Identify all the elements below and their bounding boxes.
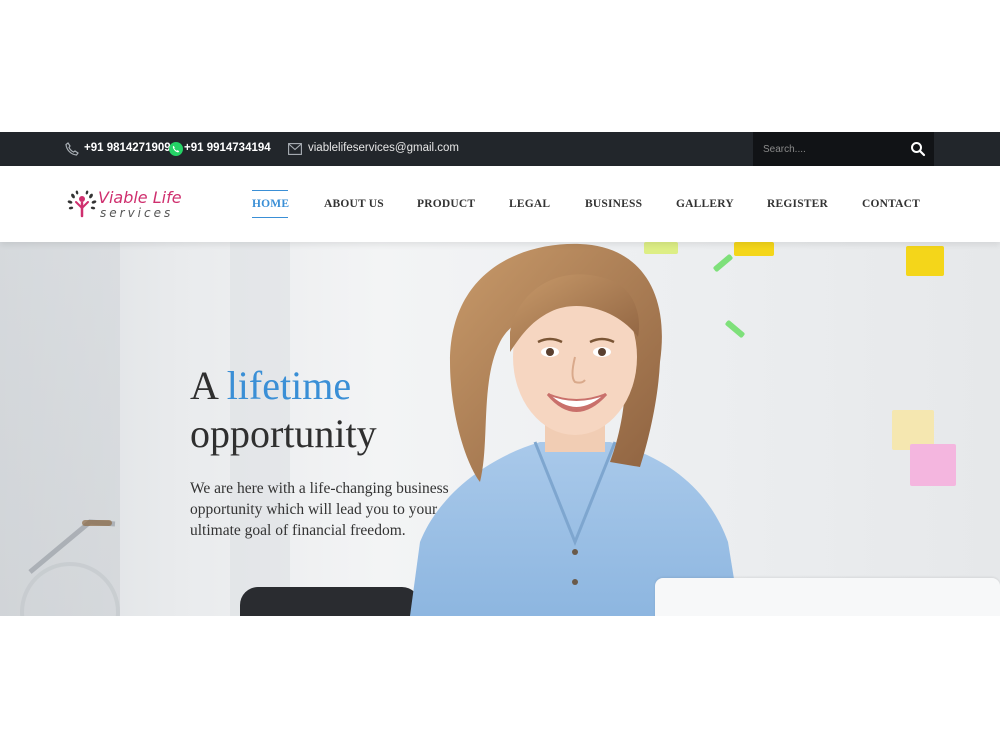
nav-item-about-us[interactable]: ABOUT US: [324, 198, 384, 210]
whatsapp-icon: [169, 142, 183, 156]
nav-item-home[interactable]: HOME: [252, 198, 289, 210]
phone-number-whatsapp[interactable]: +91 9914734194: [184, 142, 271, 154]
hero-headline-end: opportunity: [190, 411, 377, 456]
hero-woman-image: [410, 243, 740, 616]
search-input[interactable]: [753, 132, 903, 166]
active-indicator-top: [252, 190, 288, 191]
nav-item-contact[interactable]: CONTACT: [862, 198, 920, 210]
phone-icon: [65, 142, 79, 156]
chair-image: [240, 587, 420, 616]
nav-item-legal[interactable]: LEGAL: [509, 198, 550, 210]
sticky-note: [910, 444, 956, 486]
nav-item-product[interactable]: PRODUCT: [417, 198, 475, 210]
hero-banner: A lifetime opportunity We are here with …: [0, 242, 1000, 616]
active-indicator-bottom: [252, 217, 288, 218]
hero-headline-start: A: [190, 363, 217, 408]
hero-description: We are here with a life-changing busines…: [190, 480, 449, 539]
search-form: [753, 132, 934, 166]
phone-number-primary[interactable]: +91 9814271909: [84, 142, 171, 154]
hero-headline: A lifetime opportunity: [190, 362, 377, 458]
bicycle-image: [20, 519, 120, 616]
mail-icon: [288, 143, 302, 155]
nav-item-gallery[interactable]: GALLERY: [676, 198, 734, 210]
nav-item-register[interactable]: REGISTER: [767, 198, 828, 210]
laptop-image: [655, 578, 1000, 616]
hero-headline-accent: lifetime: [226, 363, 352, 408]
nav-item-business[interactable]: BUSINESS: [585, 198, 642, 210]
top-contact-bar: +91 9814271909 +91 9914734194 viablelife…: [0, 132, 1000, 166]
site-header: Viable Life services HOME ABOUT US PRODU…: [0, 166, 1000, 242]
main-navigation: HOME ABOUT US PRODUCT LEGAL BUSINESS GAL…: [0, 166, 1000, 242]
search-icon[interactable]: [910, 141, 926, 157]
email-link[interactable]: viablelifeservices@gmail.com: [308, 142, 459, 154]
sticky-note: [734, 242, 774, 256]
sticky-note: [906, 246, 944, 276]
